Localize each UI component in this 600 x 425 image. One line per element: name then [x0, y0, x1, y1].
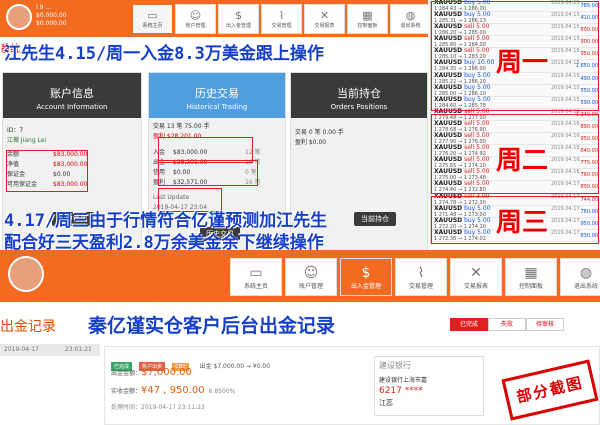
account-id: ID：7: [7, 127, 24, 134]
nav-label: 控制面板: [518, 282, 543, 290]
nav-home[interactable]: ▭ 系统主页: [230, 258, 282, 296]
time-value: 2019-04-17 23:11:23: [141, 404, 205, 411]
grid-icon: ▦: [524, 264, 538, 281]
monitor-icon: ▭: [147, 9, 158, 22]
nav-label: 账户管理: [185, 23, 206, 29]
nav-label: 控制面板: [357, 23, 378, 29]
top-nav: ▭ 系统主页 ☺ 账户管理 $ 出入金管理 ⌇ 交易管理 ✕ 交易报表 ▦ 控制面板 ◍ 退出…: [132, 4, 431, 34]
history-summary: 交易 13 笔 75.00 手: [153, 123, 210, 130]
record-time: 23:01:21: [64, 346, 92, 353]
week-label-mon: 周一: [496, 48, 549, 78]
amount-value: $7,000.00: [141, 367, 192, 378]
wrench-icon: ✕: [319, 9, 330, 22]
nav-report[interactable]: ✕ 交易报表: [450, 258, 502, 296]
nav-account[interactable]: ☺ 账户管理: [175, 4, 216, 34]
money-icon: $: [361, 264, 371, 281]
nav-control[interactable]: ▦ 控制面板: [347, 4, 388, 34]
user-meta: $0.000.00: [36, 20, 67, 27]
nav-trades[interactable]: ⌇ 交易管理: [395, 258, 447, 296]
caption-deposit: 江先生4.15/周一入金8.3万美金跟上操作: [4, 44, 324, 64]
user-balance: $0.000.00: [36, 12, 67, 19]
status-tabs: 已完成 失败 待审核: [450, 318, 564, 331]
grid-icon: ▦: [362, 9, 373, 22]
bank-card: 建设银行 建设银行上海市嘉 6217 **** 江蕊: [374, 356, 484, 416]
chart-icon: ⌇: [278, 9, 285, 22]
nav-label: 出入金管理: [225, 23, 251, 29]
nav-label: 退出系统: [573, 282, 598, 290]
time-row: 处理时间：2019-04-17 23:11:23: [111, 402, 205, 411]
nav-label: 出入金管理: [350, 282, 381, 290]
user-info: I 9 ... $0.000.00 $0.000.00: [36, 4, 67, 28]
account-name: 江薇 Jiang Lei: [7, 137, 47, 144]
account-panel-header: 账户信息 Account Information: [3, 73, 141, 118]
avatar[interactable]: [8, 256, 44, 292]
basketball-icon: ◍: [579, 264, 593, 281]
panel-title: 当前持仓: [337, 87, 381, 100]
panel-subtitle: Historical Trading: [186, 103, 248, 111]
nav-trades[interactable]: ⌇ 交易管理: [261, 4, 302, 34]
nav-account[interactable]: ☺ 账户管理: [285, 258, 337, 296]
positions-panel-header: 当前持仓 Orders Positions: [291, 73, 427, 118]
panel-title: 历史交易: [195, 87, 239, 100]
panel-title: 账户信息: [50, 87, 94, 100]
panel-subtitle: Orders Positions: [330, 103, 388, 111]
top-nav-bar: I 9 ... $0.000.00 $0.000.00 ▭ 系统主页 ☺ 账户管理 …: [0, 0, 431, 37]
week-label-wed: 周三: [496, 208, 549, 238]
highlight-box: [158, 160, 258, 186]
user-icon: ☺: [303, 264, 319, 281]
tab-completed[interactable]: 已完成: [450, 318, 488, 331]
basketball-icon: ◍: [405, 9, 416, 22]
panel-subtitle: Account Information: [36, 103, 108, 111]
tab-pending[interactable]: 待审核: [526, 318, 564, 331]
amount-label: 出金金额：: [111, 370, 142, 377]
positions-button[interactable]: 当前持仓: [354, 212, 396, 226]
nav-logout[interactable]: ◍ 退出系统: [390, 4, 431, 34]
nav-funds[interactable]: $ 出入金管理: [218, 4, 259, 34]
nav-label: 交易报表: [463, 282, 488, 290]
positions-summary: 交易 0 笔 0.00 手: [295, 129, 344, 136]
avatar[interactable]: [6, 4, 32, 30]
monitor-icon: ▭: [249, 264, 263, 281]
nav-report[interactable]: ✕ 交易报表: [304, 4, 345, 34]
nav-home[interactable]: ▭ 系统主页: [132, 4, 173, 34]
record-date: 2019-04-17: [4, 346, 39, 353]
withdraw-label: 出金记录: [0, 319, 56, 335]
money-icon: $: [235, 9, 242, 22]
nav-label: 账户管理: [298, 282, 323, 290]
user-name: I 9 ...: [36, 4, 52, 11]
nav-funds[interactable]: $ 出入金管理: [340, 258, 392, 296]
bottom-nav: ▭ 系统主页 ☺ 账户管理 $ 出入金管理 ⌇ 交易管理 ✕ 交易报表 ▦ 控制面板 ◍ 退出…: [230, 258, 600, 296]
wrench-icon: ✕: [470, 264, 482, 281]
tab-failed[interactable]: 失败: [488, 318, 526, 331]
nav-label: 系统主页: [243, 282, 268, 290]
bank-branch: 建设银行上海市嘉: [379, 377, 428, 384]
highlight-box: [6, 150, 88, 192]
exchange-rate: 6.8500%: [208, 388, 236, 395]
user-icon: ☺: [189, 9, 202, 22]
nav-label: 退出系统: [400, 23, 421, 29]
withdraw-title: 秦亿谨实仓客户后台出金记录: [88, 315, 336, 337]
time-label: 处理时间：: [111, 404, 142, 411]
actual-label: 实收金额：: [111, 388, 142, 395]
bank-name: 建设银行: [379, 361, 411, 370]
nav-label: 系统主页: [142, 23, 163, 29]
nav-label: 交易管理: [408, 282, 433, 290]
bank-holder: 江蕊: [379, 399, 393, 407]
positions-profit: 盈利 $0.00: [295, 139, 327, 146]
amount-row: 出金金额：$7,000.00: [111, 367, 192, 378]
actual-row: 实收金额：¥47 , 950.00 6.8500%: [111, 385, 235, 396]
nav-logout[interactable]: ◍ 退出系统: [560, 258, 600, 296]
nav-control[interactable]: ▦ 控制面板: [505, 258, 557, 296]
week-label-tue: 周二: [496, 146, 549, 176]
bank-account: 6217 ****: [379, 386, 423, 396]
chart-icon: ⌇: [417, 264, 425, 281]
history-panel-header: 历史交易 Historical Trading: [149, 73, 285, 118]
record-header: 出金 $7,000.00 → ¥0.00: [199, 363, 271, 370]
record-date-bar: 2019-04-17 23:01:21: [0, 344, 100, 356]
nav-label: 交易报表: [314, 23, 335, 29]
nav-label: 交易管理: [271, 23, 292, 29]
actual-value: ¥47 , 950.00: [141, 385, 205, 396]
